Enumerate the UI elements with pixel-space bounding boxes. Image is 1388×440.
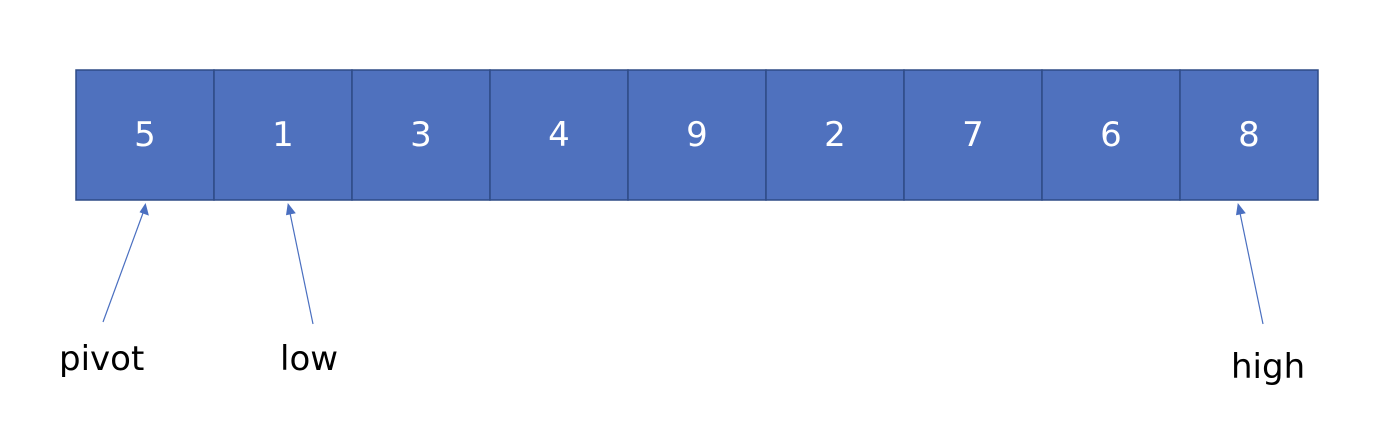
low-arrow-head (286, 203, 296, 216)
low-pointer: low (280, 203, 338, 379)
quicksort-array-diagram: 5 1 3 4 9 2 7 6 8 pivot low high (59, 69, 1319, 387)
array-cell-value: 5 (134, 115, 156, 155)
array-cell-value: 6 (1100, 115, 1122, 155)
pivot-label: pivot (59, 339, 144, 379)
array-cell: 7 (903, 69, 1043, 201)
array-cell: 9 (627, 69, 767, 201)
array-cell-value: 7 (962, 115, 984, 155)
array-cell-value: 9 (686, 115, 708, 155)
pivot-arrow-line (102, 212, 144, 323)
array-cell: 3 (351, 69, 491, 201)
pivot-pointer: pivot (59, 203, 149, 379)
high-label: high (1231, 347, 1305, 387)
array-cell-value: 2 (824, 115, 846, 155)
low-arrow-line (289, 212, 314, 325)
array-cell-value: 8 (1238, 115, 1260, 155)
pivot-arrow-head (139, 203, 149, 216)
array-cell-value: 4 (548, 115, 570, 155)
array-cells: 5 1 3 4 9 2 7 6 8 (75, 69, 1319, 201)
array-cell: 1 (213, 69, 353, 201)
array-cell: 4 (489, 69, 629, 201)
array-cell-value: 3 (410, 115, 432, 155)
low-label: low (280, 339, 338, 379)
array-cell: 6 (1041, 69, 1181, 201)
high-arrow-line (1239, 212, 1264, 325)
array-cell: 5 (75, 69, 215, 201)
high-pointer: high (1231, 203, 1305, 387)
high-arrow-head (1236, 203, 1246, 216)
array-cell-value: 1 (272, 115, 294, 155)
array-cell: 8 (1179, 69, 1319, 201)
array-cell: 2 (765, 69, 905, 201)
